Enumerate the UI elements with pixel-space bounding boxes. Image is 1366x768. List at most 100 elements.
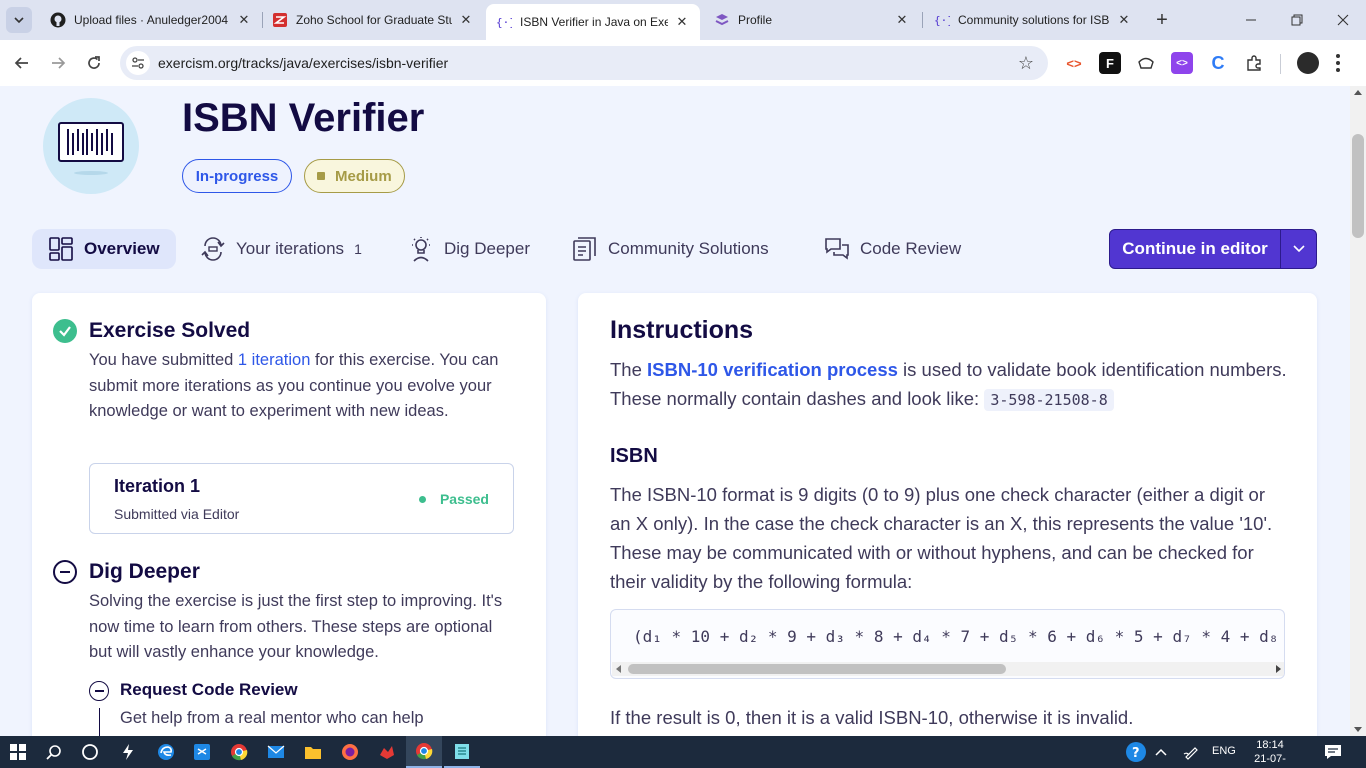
firefox-app[interactable] xyxy=(332,736,368,768)
continue-in-editor-button[interactable]: Continue in editor xyxy=(1109,229,1317,269)
tab-dig-deeper-label: Dig Deeper xyxy=(444,239,530,258)
formula-code-block[interactable]: (d₁ * 10 + d₂ * 9 + d₃ * 8 + d₄ * 7 + d₅… xyxy=(610,609,1285,679)
purple-extension-icon[interactable]: <> xyxy=(1171,52,1193,74)
chevron-down-icon[interactable] xyxy=(1281,244,1316,254)
windows-icon xyxy=(10,744,26,760)
scroll-thumb[interactable] xyxy=(1352,134,1364,238)
svg-text:{·}: {·} xyxy=(934,14,950,27)
tab-overview[interactable]: Overview xyxy=(32,229,176,269)
tab-search-button[interactable] xyxy=(6,7,32,33)
scroll-up-icon[interactable] xyxy=(1354,90,1362,95)
tab-separator xyxy=(922,12,923,28)
new-tab-button[interactable]: + xyxy=(1150,8,1174,32)
notifications-button[interactable] xyxy=(1316,736,1350,768)
chrome-app[interactable] xyxy=(221,736,257,768)
c-extension-icon[interactable]: C xyxy=(1207,52,1229,74)
lightning-app[interactable] xyxy=(110,736,146,768)
iteration-title: Iteration 1 xyxy=(114,476,201,496)
iterations-link[interactable]: 1 iteration xyxy=(238,351,310,369)
bookmark-star-icon[interactable]: ☆ xyxy=(1012,53,1040,74)
dig-deeper-text: Solving the exercise is just the first s… xyxy=(89,592,503,662)
url-text[interactable]: exercism.org/tracks/java/exercises/isbn-… xyxy=(158,55,1012,71)
minimize-button[interactable] xyxy=(1228,0,1274,40)
page-scrollbar[interactable] xyxy=(1350,86,1366,736)
isbn-description: The ISBN-10 format is 9 digits (0 to 9) … xyxy=(610,484,1273,592)
solved-text-part: You have submitted xyxy=(89,351,238,369)
tab-code-review[interactable]: Code Review xyxy=(824,229,961,269)
start-button[interactable] xyxy=(0,736,36,768)
reload-button[interactable] xyxy=(80,49,108,77)
exercise-solved-title: Exercise Solved xyxy=(89,319,251,342)
tab-code-review-label: Code Review xyxy=(860,239,962,258)
f-extension-icon[interactable]: F xyxy=(1099,52,1121,74)
show-hidden-icons[interactable] xyxy=(1146,736,1176,768)
overview-icon xyxy=(48,236,74,262)
site-info-button[interactable] xyxy=(126,51,150,75)
tab-community-solutions[interactable]: {·} Community solutions for ISBN ✕ xyxy=(924,0,1142,40)
chrome-active-app[interactable] xyxy=(406,736,442,768)
scroll-left-icon[interactable] xyxy=(616,665,621,673)
tab-zoho[interactable]: Zoho School for Graduate Studies ✕ xyxy=(262,0,484,40)
difficulty-badge-label: Medium xyxy=(335,167,392,185)
address-bar[interactable]: exercism.org/tracks/java/exercises/isbn-… xyxy=(120,46,1048,80)
close-icon[interactable]: ✕ xyxy=(458,12,474,28)
collapse-icon[interactable] xyxy=(53,560,77,584)
clock[interactable]: 18:14 21-07-2024 xyxy=(1246,738,1294,768)
cortana-button[interactable] xyxy=(72,736,108,768)
search-button[interactable] xyxy=(36,736,72,768)
browser-menu-icon[interactable] xyxy=(1330,50,1346,76)
request-code-review-text: Get help from a real mentor who can help xyxy=(120,709,424,727)
isbn-verification-link[interactable]: ISBN-10 verification process xyxy=(647,359,898,380)
isbn-heading: ISBN xyxy=(610,445,658,467)
request-code-review-title[interactable]: Request Code Review xyxy=(120,680,298,700)
code-horizontal-scrollbar[interactable] xyxy=(612,662,1284,676)
profile-avatar[interactable] xyxy=(1297,52,1319,74)
puzzle-icon[interactable] xyxy=(1243,52,1265,74)
cortana-icon xyxy=(82,744,98,760)
tab-community-label: Community Solutions xyxy=(608,239,769,258)
intro-text-part: The xyxy=(610,359,648,380)
hat-extension-icon[interactable] xyxy=(1135,52,1157,74)
close-icon[interactable]: ✕ xyxy=(1116,12,1132,28)
tab-title: ISBN Verifier in Java on Exercism xyxy=(520,15,668,29)
notepad-app[interactable] xyxy=(444,736,480,768)
exercism-icon: {·} xyxy=(934,12,950,28)
scroll-thumb[interactable] xyxy=(628,664,1006,674)
collapse-icon[interactable] xyxy=(89,681,109,701)
tab-dig-deeper[interactable]: Dig Deeper xyxy=(408,229,530,269)
reload-icon xyxy=(88,56,100,69)
search-icon xyxy=(46,745,61,760)
forward-button[interactable] xyxy=(44,49,72,77)
close-icon[interactable]: ✕ xyxy=(674,14,690,30)
dropbox-app[interactable] xyxy=(184,736,220,768)
status-dot-icon xyxy=(418,495,426,503)
edge-app[interactable] xyxy=(148,736,184,768)
isbn-result-text: If the result is 0, then it is a valid I… xyxy=(610,707,1134,728)
mail-app[interactable] xyxy=(258,736,294,768)
close-icon[interactable]: ✕ xyxy=(894,12,910,28)
pen-tray-icon[interactable] xyxy=(1176,736,1206,768)
sub-step-line xyxy=(99,708,100,736)
tab-isbn-verifier[interactable]: {·} ISBN Verifier in Java on Exercism ✕ xyxy=(486,4,700,40)
code-extension-icon[interactable]: <> xyxy=(1063,52,1085,74)
tune-icon xyxy=(132,57,144,69)
back-button[interactable] xyxy=(8,49,36,77)
tab-community-solutions[interactable]: Community Solutions xyxy=(572,229,769,269)
tab-profile[interactable]: Profile ✕ xyxy=(704,0,920,40)
close-window-button[interactable] xyxy=(1320,0,1366,40)
scroll-right-icon[interactable] xyxy=(1276,665,1281,673)
edge-icon xyxy=(158,744,174,760)
file-explorer-app[interactable] xyxy=(295,736,331,768)
instructions-heading: Instructions xyxy=(610,316,754,344)
profile-icon xyxy=(714,12,730,28)
game-icon xyxy=(380,746,394,759)
language-indicator[interactable]: ENG xyxy=(1212,745,1236,757)
iteration-card[interactable]: Iteration 1 Submitted via Editor Passed xyxy=(89,463,514,534)
tab-github[interactable]: Upload files · Anuledger2004 ✕ xyxy=(40,0,262,40)
tab-iterations[interactable]: Your iterations 1 xyxy=(200,229,362,269)
iteration-status-label: Passed xyxy=(439,491,489,507)
game-app[interactable] xyxy=(369,736,405,768)
close-icon[interactable]: ✕ xyxy=(236,12,252,28)
scroll-down-icon[interactable] xyxy=(1354,727,1362,732)
restore-button[interactable] xyxy=(1274,0,1320,40)
